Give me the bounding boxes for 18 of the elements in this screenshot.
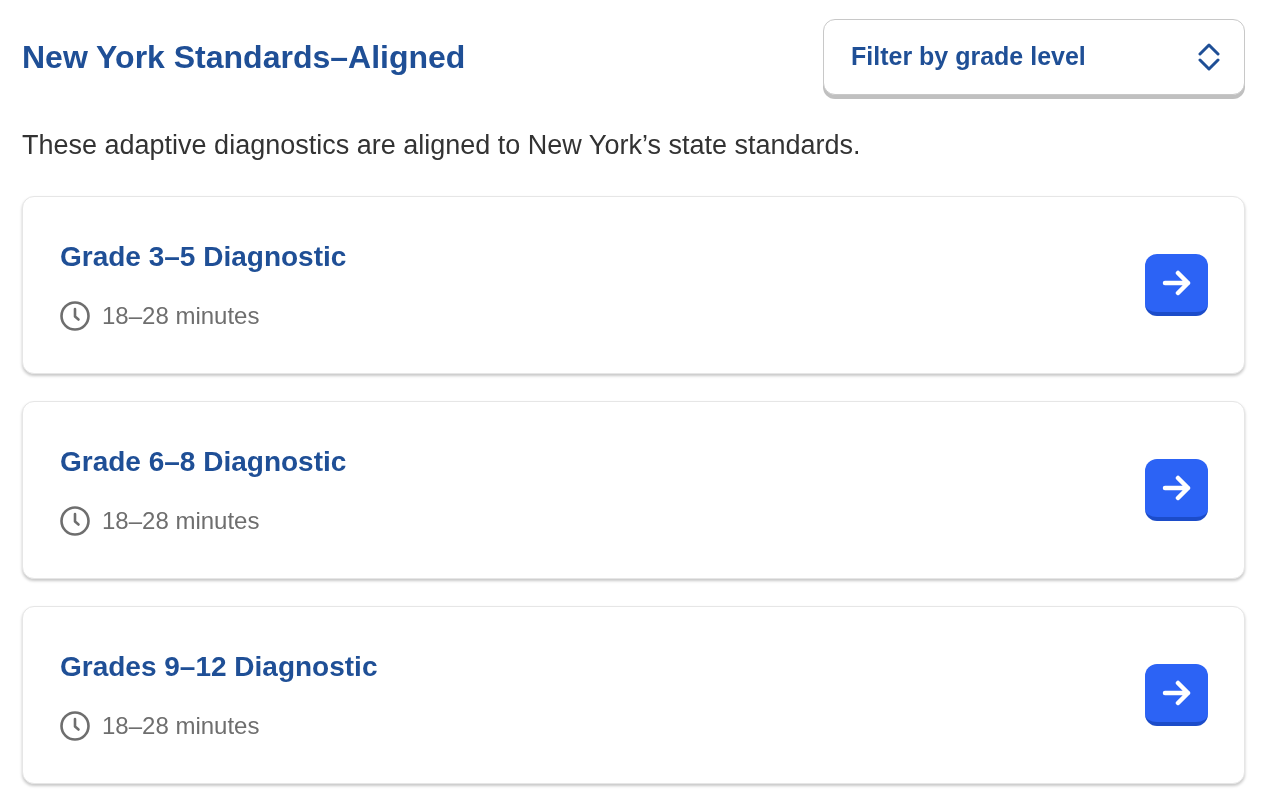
description-text: These adaptive diagnostics are aligned to New York’s state standards.	[22, 129, 862, 162]
diagnostic-title: Grade 6–8 Diagnostic	[60, 444, 347, 479]
arrow-right-icon	[1161, 475, 1192, 501]
clock-icon	[60, 505, 90, 536]
duration-text: 18–28 minutes	[102, 710, 260, 741]
clock-icon	[60, 710, 90, 741]
arrow-right-icon	[1161, 680, 1192, 706]
open-diagnostic-button[interactable]	[1145, 254, 1208, 316]
clock-icon	[60, 300, 90, 331]
up-down-chevron-icon	[1198, 43, 1220, 71]
arrow-right-icon	[1161, 270, 1192, 296]
diagnostic-title: Grades 9–12 Diagnostic	[60, 649, 378, 684]
open-diagnostic-button[interactable]	[1145, 664, 1208, 726]
open-diagnostic-button[interactable]	[1145, 459, 1208, 521]
duration-text: 18–28 minutes	[102, 300, 260, 331]
duration-text: 18–28 minutes	[102, 505, 260, 536]
diagnostic-title: Grade 3–5 Diagnostic	[60, 239, 347, 274]
page-title: New York Standards–Aligned	[22, 38, 466, 77]
